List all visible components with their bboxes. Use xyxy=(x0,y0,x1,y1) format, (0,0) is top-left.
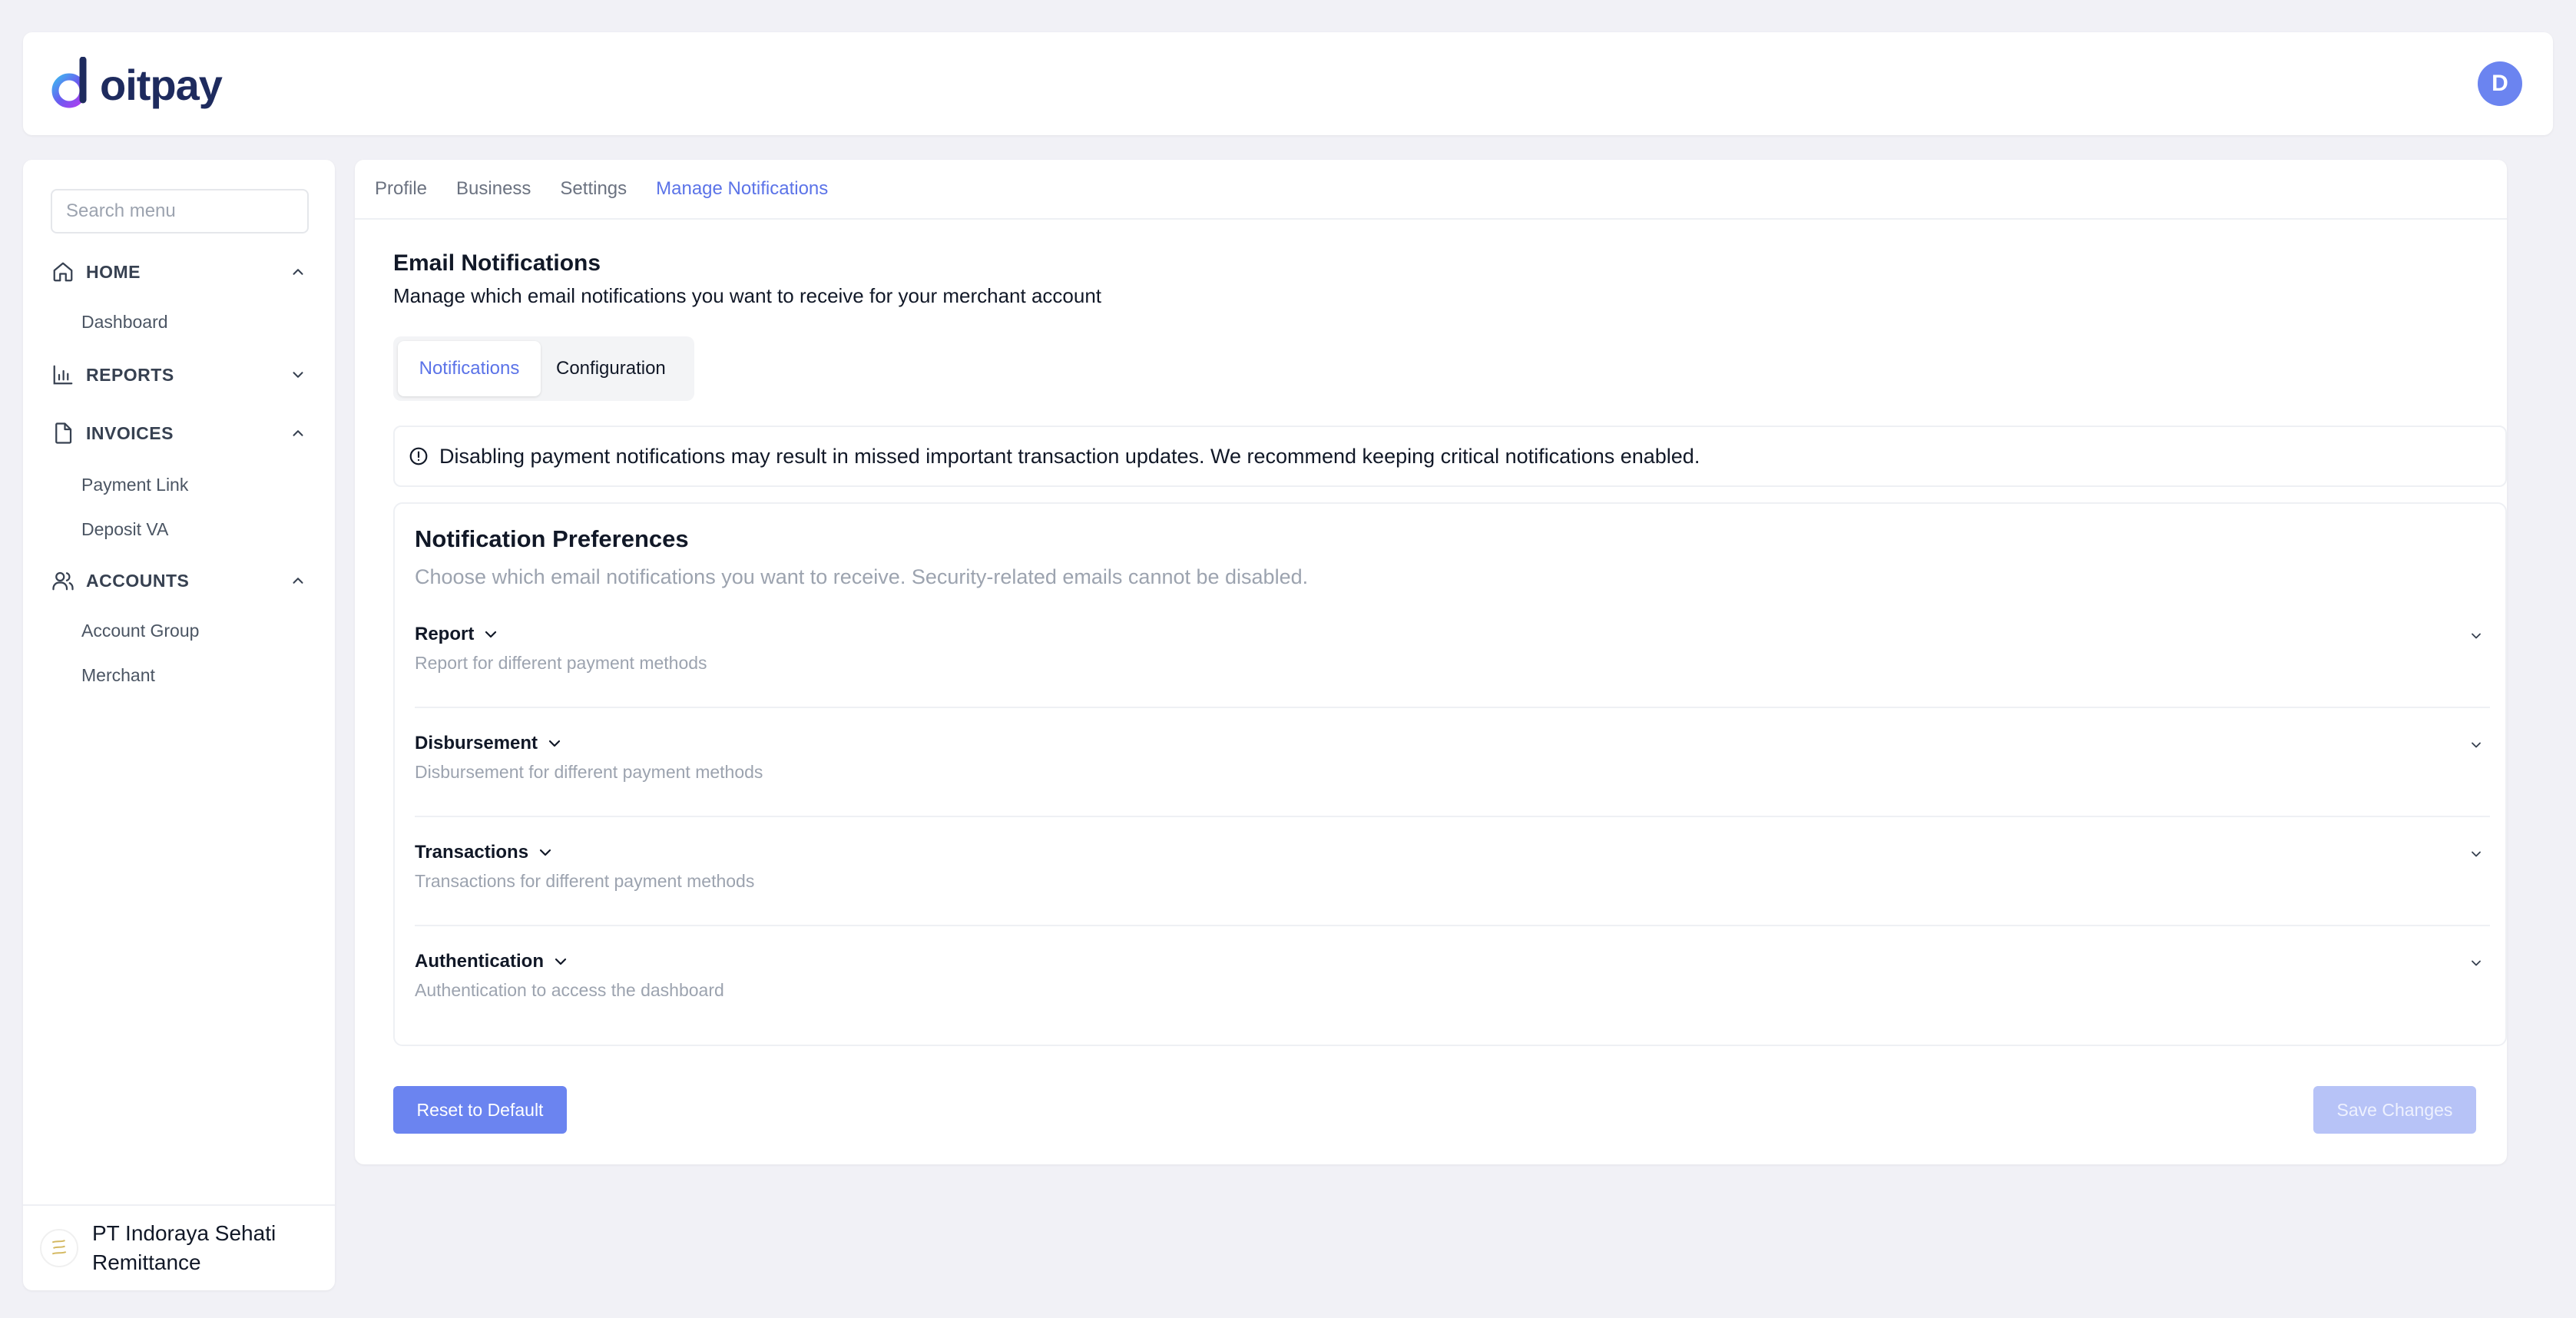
preference-title: Authentication xyxy=(415,951,544,972)
page-title: Email Notifications xyxy=(393,250,601,276)
page-subtitle: Manage which email notifications you wan… xyxy=(393,284,1102,307)
logo-text: oitpay xyxy=(100,60,223,109)
sidebar-section-label: HOME xyxy=(86,261,141,282)
main-panel: Profile Business Settings Manage Notific… xyxy=(355,160,2507,1164)
sidebar-section-reports[interactable]: REPORTS xyxy=(51,359,309,390)
sidebar-item-merchant[interactable]: Merchant xyxy=(81,665,155,686)
chevron-up-icon xyxy=(287,570,309,591)
chevron-down-icon xyxy=(536,843,555,862)
preference-title: Report xyxy=(415,624,475,644)
segment-notifications[interactable]: Notifications xyxy=(398,341,541,396)
logo-mark-icon xyxy=(51,57,95,108)
chevron-up-icon xyxy=(287,422,309,444)
bar-chart-icon xyxy=(51,363,75,387)
preference-description: Report for different payment methods xyxy=(415,653,707,673)
sidebar-item-account-group[interactable]: Account Group xyxy=(81,621,199,641)
preference-title: Transactions xyxy=(415,842,529,863)
row-divider xyxy=(415,816,2490,817)
sidebar-item-dashboard[interactable]: Dashboard xyxy=(81,312,168,333)
warning-alert: Disabling payment notifications may resu… xyxy=(393,426,2507,487)
document-icon xyxy=(51,421,75,445)
preference-row-authentication[interactable]: Authentication Authentication to access … xyxy=(415,951,2490,1060)
sidebar-section-label: INVOICES xyxy=(86,422,174,443)
sidebar-section-home[interactable]: HOME xyxy=(51,257,309,287)
company-logo xyxy=(40,1229,78,1267)
top-header: oitpay D xyxy=(23,32,2553,135)
preference-description: Transactions for different payment metho… xyxy=(415,871,755,891)
tab-business[interactable]: Business xyxy=(456,178,531,200)
company-switcher[interactable]: PT Indoraya Sehati Remittance xyxy=(23,1204,335,1290)
company-name: PT Indoraya Sehati Remittance xyxy=(92,1221,276,1274)
doitpay-logo[interactable]: oitpay xyxy=(49,54,223,115)
user-avatar[interactable]: D xyxy=(2478,61,2522,106)
preference-description: Disbursement for different payment metho… xyxy=(415,762,763,782)
expand-chevron-icon[interactable] xyxy=(2465,952,2487,974)
sidebar-section-label: REPORTS xyxy=(86,364,174,385)
save-changes-button[interactable]: Save Changes xyxy=(2313,1086,2476,1134)
notification-preferences-card: Notification Preferences Choose which em… xyxy=(393,502,2507,1046)
preference-row-report[interactable]: Report Report for different payment meth… xyxy=(415,624,2490,733)
chevron-down-icon xyxy=(551,952,570,971)
sidebar-section-accounts[interactable]: ACCOUNTS xyxy=(51,565,309,596)
notification-mode-toggle: Notifications Configuration xyxy=(393,336,694,401)
sidebar-section-label: ACCOUNTS xyxy=(86,570,190,591)
home-icon xyxy=(51,260,75,284)
settings-tabs: Profile Business Settings Manage Notific… xyxy=(355,160,2507,220)
chevron-down-icon xyxy=(287,364,309,386)
reset-to-default-button[interactable]: Reset to Default xyxy=(393,1086,567,1134)
tab-profile[interactable]: Profile xyxy=(375,178,427,200)
preferences-subtitle: Choose which email notifications you wan… xyxy=(415,565,1309,588)
tab-manage-notifications[interactable]: Manage Notifications xyxy=(656,178,828,200)
users-icon xyxy=(51,568,75,593)
expand-chevron-icon[interactable] xyxy=(2465,734,2487,756)
chevron-up-icon xyxy=(287,261,309,283)
expand-chevron-icon[interactable] xyxy=(2465,843,2487,865)
preference-description: Authentication to access the dashboard xyxy=(415,980,724,1000)
preference-row-transactions[interactable]: Transactions Transactions for different … xyxy=(415,842,2490,951)
preferences-title: Notification Preferences xyxy=(415,525,689,552)
sidebar: HOME Dashboard REPORTS INVOICES Payment … xyxy=(23,160,335,1290)
alert-circle-icon xyxy=(407,445,430,468)
sidebar-item-payment-link[interactable]: Payment Link xyxy=(81,475,188,495)
segment-configuration[interactable]: Configuration xyxy=(541,341,681,396)
row-divider xyxy=(415,707,2490,708)
sidebar-section-invoices[interactable]: INVOICES xyxy=(51,418,309,449)
alert-text: Disabling payment notifications may resu… xyxy=(439,444,1700,468)
sidebar-item-deposit-va[interactable]: Deposit VA xyxy=(81,519,168,540)
row-divider xyxy=(415,925,2490,926)
search-menu-input[interactable] xyxy=(51,189,309,233)
tab-settings[interactable]: Settings xyxy=(560,178,627,200)
preference-title: Disbursement xyxy=(415,733,538,753)
expand-chevron-icon[interactable] xyxy=(2465,625,2487,647)
chevron-down-icon xyxy=(482,625,500,644)
chevron-down-icon xyxy=(545,734,564,753)
preference-row-disbursement[interactable]: Disbursement Disbursement for different … xyxy=(415,733,2490,842)
